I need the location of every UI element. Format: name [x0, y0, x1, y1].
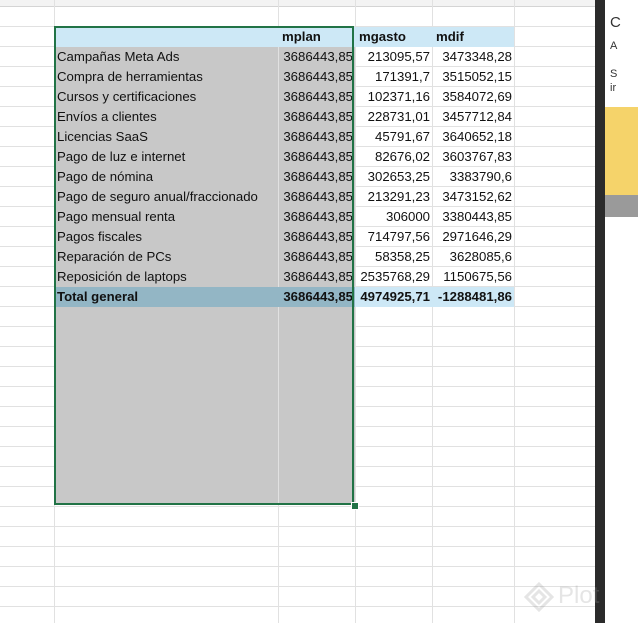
side-pane[interactable]: C A S ir	[595, 0, 638, 623]
mgasto-cell[interactable]: 714797,56	[356, 227, 432, 247]
mdif-cell[interactable]: 2971646,29	[433, 227, 514, 247]
mgasto-cell[interactable]: 102371,16	[356, 87, 432, 107]
mgasto-cell[interactable]: 58358,25	[356, 247, 432, 267]
mdif-cell[interactable]: 3584072,69	[433, 87, 514, 107]
mdif-cell[interactable]: 3603767,83	[433, 147, 514, 167]
side-pane-text: ir	[610, 82, 617, 94]
mdif-cell[interactable]: 3383790,6	[433, 167, 514, 187]
column-header-strip[interactable]	[0, 0, 595, 7]
column-gridline	[514, 0, 515, 623]
mdif-cell[interactable]: 3515052,15	[433, 67, 514, 87]
mgasto-cell[interactable]: 228731,01	[356, 107, 432, 127]
row-gridline	[0, 506, 595, 507]
side-pane-title: C	[610, 14, 621, 31]
total-mdif-cell[interactable]: -1288481,86	[433, 287, 514, 307]
mgasto-cell[interactable]: 302653,25	[356, 167, 432, 187]
fill-handle[interactable]	[351, 502, 359, 510]
row-gridline	[0, 546, 595, 547]
watermark-logo: Plot	[524, 580, 614, 614]
mgasto-cell[interactable]: 171391,7	[356, 67, 432, 87]
row-gridline	[0, 526, 595, 527]
side-pane-text: S	[610, 68, 618, 80]
header-cell-mgasto[interactable]: mgasto	[356, 27, 432, 47]
mdif-cell[interactable]: 3640652,18	[433, 127, 514, 147]
mgasto-cell[interactable]: 45791,67	[356, 127, 432, 147]
mgasto-cell[interactable]: 213095,57	[356, 47, 432, 67]
mdif-cell[interactable]: 3457712,84	[433, 107, 514, 127]
watermark-text: Plot	[558, 582, 600, 609]
row-gridline	[0, 566, 595, 567]
mgasto-cell[interactable]: 306000	[356, 207, 432, 227]
row-gridline	[0, 606, 595, 607]
watermark-icon	[524, 582, 554, 612]
mdif-cell[interactable]: 3473152,62	[433, 187, 514, 207]
mgasto-cell[interactable]: 2535768,29	[356, 267, 432, 287]
mdif-cell[interactable]: 1150675,56	[433, 267, 514, 287]
row-gridline	[0, 586, 595, 587]
spreadsheet-grid[interactable]: mplan mgasto mdif Campañas Meta Ads 3686443,…	[0, 0, 595, 623]
header-cell-mdif[interactable]: mdif	[433, 27, 514, 47]
mdif-cell[interactable]: 3628085,6	[433, 247, 514, 267]
mdif-cell[interactable]: 3380443,85	[433, 207, 514, 227]
mgasto-cell[interactable]: 82676,02	[356, 147, 432, 167]
total-mgasto-cell[interactable]: 4974925,71	[356, 287, 432, 307]
side-pane-text: A	[610, 40, 618, 52]
mdif-cell[interactable]: 3473348,28	[433, 47, 514, 67]
cell-selection-border	[54, 26, 354, 505]
side-pane-highlight	[605, 107, 638, 195]
side-pane-divider	[605, 195, 638, 217]
mgasto-cell[interactable]: 213291,23	[356, 187, 432, 207]
